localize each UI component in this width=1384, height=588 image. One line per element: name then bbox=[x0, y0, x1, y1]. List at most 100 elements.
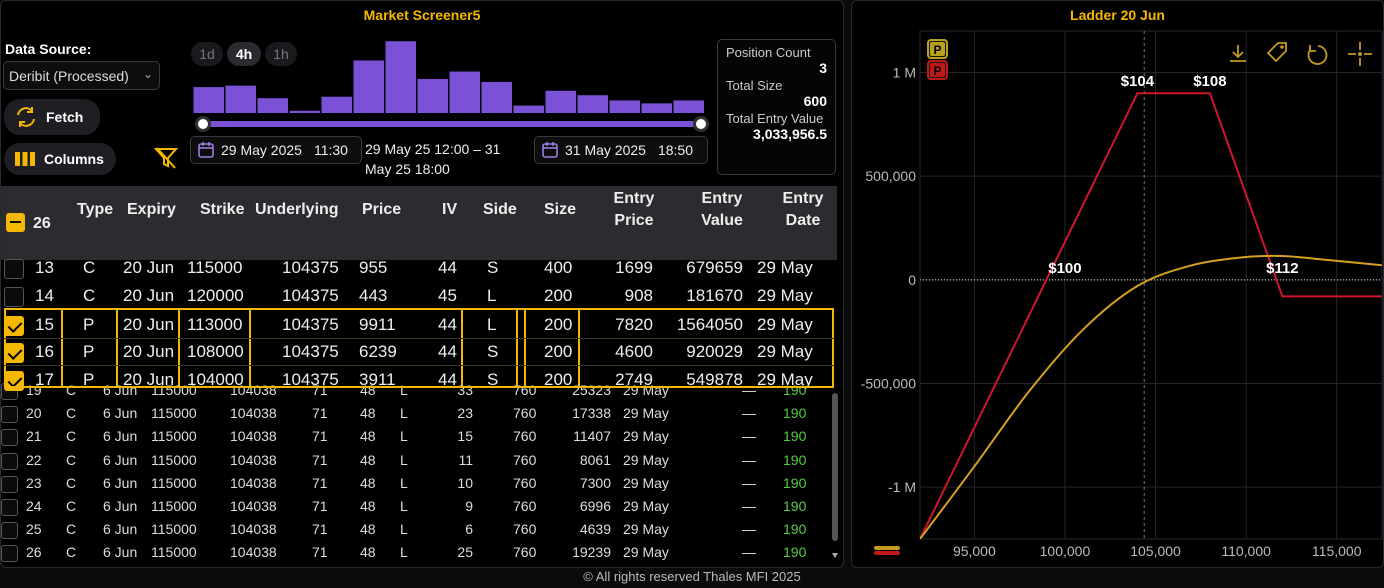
cell-id: 23 bbox=[26, 474, 42, 491]
total-entry-value: 3,033,956.5 bbox=[753, 126, 827, 142]
panel-title: Market Screener5 bbox=[363, 7, 481, 23]
cell-extra2: 190 bbox=[783, 474, 807, 491]
cell-size: 23 bbox=[457, 405, 473, 422]
cell-size: 200 bbox=[544, 315, 573, 334]
y-tick-label: 500,000 bbox=[865, 168, 916, 184]
cell-size: 15 bbox=[457, 428, 473, 445]
cell-size: 9 bbox=[465, 498, 473, 514]
col-type[interactable]: Type bbox=[77, 199, 113, 221]
footer: © All rights reserved Thales MFI 2025 bbox=[583, 569, 801, 584]
start-date-picker[interactable]: 29 May 2025 11:30 bbox=[190, 136, 362, 164]
cell-underlying: 104375 bbox=[282, 370, 339, 389]
cell-id: 24 bbox=[26, 498, 42, 514]
table-row[interactable]: 22 C 6 Jun 115000 104038 71 48 L 11 760 8061 29 May… bbox=[1, 450, 837, 473]
cell-type: C bbox=[83, 286, 96, 305]
cell-side: L bbox=[400, 451, 408, 468]
col-iv[interactable]: IV bbox=[442, 199, 457, 221]
cell-iv: 48 bbox=[360, 498, 376, 514]
start-date-value: 29 May 2025 bbox=[221, 142, 302, 158]
table-row[interactable]: 20 C 6 Jun 115000 104038 71 48 L 23 760 17338 29 Ma… bbox=[1, 403, 837, 426]
cell-side: L bbox=[400, 474, 408, 491]
selection-divider bbox=[178, 308, 180, 388]
fetch-button[interactable]: Fetch bbox=[4, 99, 100, 135]
table-row[interactable]: 26 C 6 Jun 115000 104038 71 48 L 25 760 19239 29 Ma… bbox=[1, 542, 837, 565]
breakpoint-label: $104 bbox=[1121, 73, 1155, 90]
row-checkbox[interactable] bbox=[4, 287, 24, 307]
calendar-icon bbox=[542, 142, 558, 158]
row-checkbox[interactable] bbox=[1, 452, 18, 470]
table-row[interactable]: 21 C 6 Jun 115000 104038 71 48 L 15 760 11407 29 Ma… bbox=[1, 426, 837, 449]
histogram-bar bbox=[545, 90, 576, 113]
cell-side: L bbox=[400, 405, 408, 422]
col-price[interactable]: Price bbox=[362, 199, 401, 221]
selection-divider bbox=[461, 308, 463, 388]
cell-id: 16 bbox=[35, 342, 54, 361]
cell-id: 20 bbox=[26, 405, 42, 422]
cell-price: 71 bbox=[312, 428, 328, 445]
legend-badge-label: P bbox=[933, 64, 941, 78]
cell-price: 443 bbox=[359, 286, 388, 305]
table-row[interactable]: 24 C 6 Jun 115000 104038 71 48 L 9 760 6996 29 May —… bbox=[1, 496, 837, 519]
table-scrollbar[interactable] bbox=[831, 393, 839, 561]
position-count-value: 3 bbox=[819, 60, 827, 76]
cell-strike: 104000 bbox=[187, 370, 244, 389]
row-checkbox[interactable] bbox=[1, 406, 18, 424]
cell-type: P bbox=[83, 342, 95, 361]
cell-entry-date: 29 May bbox=[623, 498, 669, 514]
row-checkbox[interactable] bbox=[4, 259, 24, 279]
col-entry-date[interactable]: Entry Date bbox=[776, 188, 830, 232]
col-entry-value[interactable]: Entry Value bbox=[693, 188, 751, 232]
y-tick-label: 1 M bbox=[893, 64, 916, 80]
end-date-picker[interactable]: 31 May 2025 18:50 bbox=[534, 136, 708, 164]
cell-entry-price: 760 bbox=[513, 544, 537, 561]
slider-handle-end[interactable] bbox=[693, 116, 709, 132]
payoff-chart[interactable]: 95,000 100,000 105,000 110,000 115,000 1 M 500… bbox=[852, 1, 1384, 568]
clear-filter-icon[interactable] bbox=[153, 145, 179, 171]
cell-side: L bbox=[487, 315, 497, 334]
x-tick-label: 110,000 bbox=[1221, 543, 1271, 559]
col-strike[interactable]: Strike bbox=[200, 199, 244, 221]
cell-extra2: 190 bbox=[783, 521, 807, 538]
col-side[interactable]: Side bbox=[483, 199, 517, 221]
row-checkbox[interactable] bbox=[4, 316, 24, 336]
cell-entry-price: 760 bbox=[513, 498, 537, 514]
row-checkbox[interactable] bbox=[1, 545, 18, 563]
col-underlying[interactable]: Underlying bbox=[255, 199, 339, 221]
cell-type: C bbox=[66, 474, 77, 491]
row-checkbox[interactable] bbox=[1, 499, 18, 516]
col-expiry[interactable]: Expiry bbox=[127, 199, 176, 221]
col-entry-price[interactable]: Entry Price bbox=[605, 188, 663, 232]
selection-divider bbox=[249, 308, 251, 388]
data-source-label: Data Source: bbox=[5, 41, 92, 57]
table-row[interactable]: 16 P 20 Jun 108000 104375 6239 44 S 200 4600 92002… bbox=[1, 341, 837, 367]
start-time-value: 11:30 bbox=[313, 142, 348, 158]
end-time-value: 18:50 bbox=[657, 142, 693, 158]
breakpoint-label: $112 bbox=[1266, 260, 1299, 277]
series-swatch bbox=[874, 546, 900, 550]
cell-strike: 120000 bbox=[187, 286, 244, 305]
cell-strike: 115000 bbox=[151, 544, 197, 561]
cell-id: 26 bbox=[26, 544, 42, 561]
row-checkbox[interactable] bbox=[4, 343, 24, 363]
cell-expiry: 6 Jun bbox=[103, 428, 138, 445]
table-row[interactable]: 25 C 6 Jun 115000 104038 71 48 L 6 760 4639 29 May —… bbox=[1, 519, 837, 542]
table-row[interactable]: 23 C 6 Jun 115000 104038 71 48 L 10 760 7300 29 May… bbox=[1, 473, 837, 496]
columns-button[interactable]: Columns bbox=[4, 143, 116, 175]
col-size[interactable]: Size bbox=[544, 199, 576, 221]
row-checkbox[interactable] bbox=[4, 371, 24, 391]
data-source-select[interactable]: Deribit (Processed) ⌄ bbox=[3, 61, 160, 90]
row-checkbox[interactable] bbox=[1, 522, 18, 540]
cell-entry-date: 29 May bbox=[623, 451, 669, 468]
select-all-checkbox[interactable] bbox=[6, 213, 25, 232]
stats-box: Position Count 3 Total Size 600 Total En… bbox=[717, 39, 836, 175]
table-row[interactable]: 13 C 20 Jun 115000 104375 955 44 S 400 1699 679659… bbox=[1, 257, 837, 283]
cell-iv: 48 bbox=[360, 428, 376, 445]
table-row[interactable]: 14 C 20 Jun 120000 104375 443 45 L 200 908 181670 2… bbox=[1, 285, 837, 311]
table-row[interactable]: 17 P 20 Jun 104000 104375 3911 44 S 200 2749 54987… bbox=[1, 369, 837, 395]
slider-handle-start[interactable] bbox=[195, 116, 211, 132]
date-range-slider[interactable] bbox=[194, 119, 709, 129]
position-count-label: Position Count bbox=[726, 45, 811, 60]
table-row[interactable]: 15 P 20 Jun 113000 104375 9911 44 L 200 7820 15640… bbox=[1, 314, 837, 340]
row-checkbox[interactable] bbox=[1, 429, 18, 447]
row-checkbox[interactable] bbox=[1, 475, 18, 493]
